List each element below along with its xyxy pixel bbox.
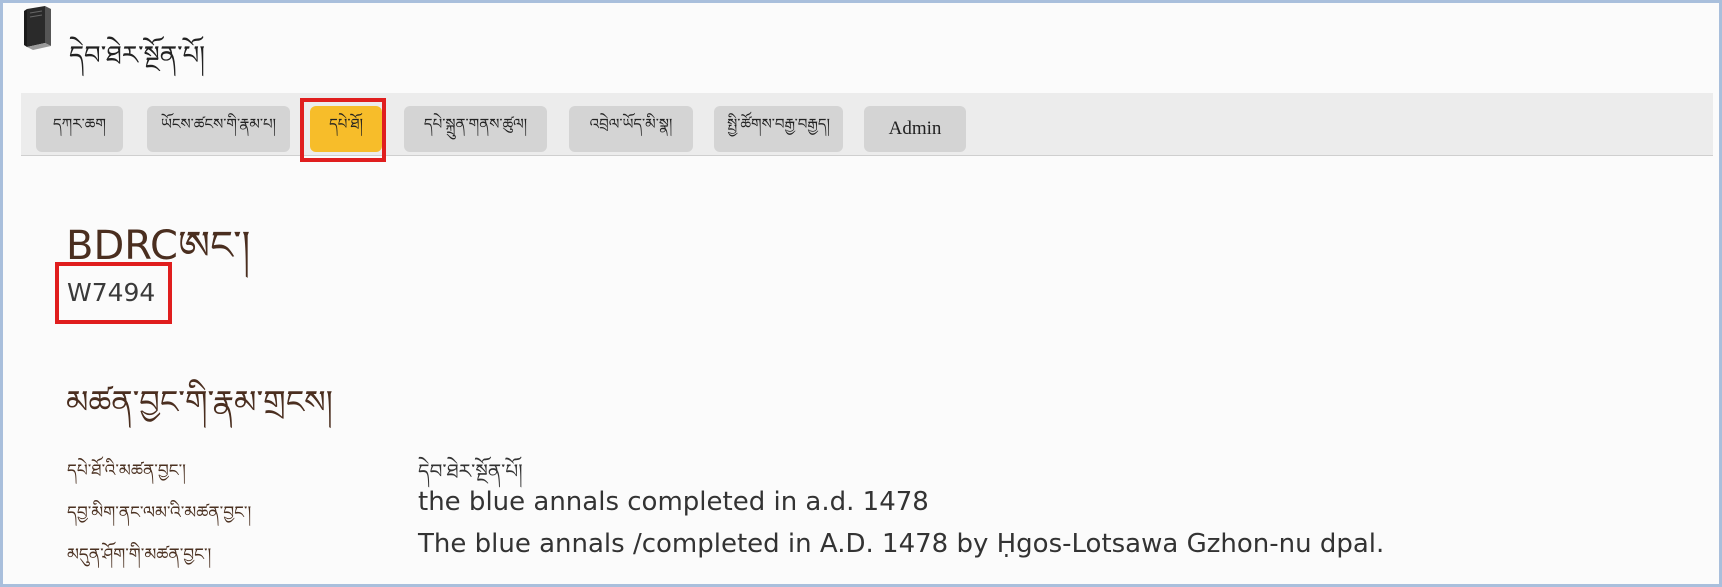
site-title[interactable]: དེབ་ཐེར་སྔོན་པོ། xyxy=(69,27,205,100)
tab-overview[interactable]: ཡོངས་ཚངས་གི་རྣམ་པ། xyxy=(147,106,290,152)
tab-related-persons[interactable]: འབྲེལ་ཡོད་མི་སྣ། xyxy=(569,106,693,152)
title-row: དཔེ་ཐོ་འི་མཚན་བྱང་། དེབ་ཐེར་སྔོན་པོ། xyxy=(3,445,1703,483)
titles-heading: མཚན་བྱང་གི་རྣམ་གྲངས། xyxy=(66,383,333,421)
highlight-box-active-tab xyxy=(300,98,386,162)
book-icon[interactable] xyxy=(21,5,55,51)
tab-community[interactable]: སྤྱི་ཚོགས་བརྒྱ་བརྒྱད། xyxy=(714,106,843,152)
tab-label: སྤྱི་ཚོགས་བརྒྱ་བརྒྱད། xyxy=(727,115,830,133)
nav-bar: དཀར་ཆག ཡོངས་ཚངས་གི་རྣམ་པ། དཔེ་ཐོ། དཔེ་སྐ… xyxy=(21,93,1713,156)
title-row: དབྱ་མིག་ནང་ལམ་འི་མཚན་བྱང་། the blue anna… xyxy=(3,487,1703,523)
title-row: མདུན་ཤོག་གི་མཚན་བྱང་། The blue annals /c… xyxy=(3,529,1703,565)
app-window: དེབ་ཐེར་སྔོན་པོ། དཀར་ཆག ཡོངས་ཚངས་གི་རྣམ་… xyxy=(0,0,1722,587)
tab-catalog[interactable]: དཀར་ཆག xyxy=(36,106,123,152)
title-value: The blue annals /completed in A.D. 1478 … xyxy=(418,529,1385,559)
tab-label: དཔེ་སྐྲུན་གནས་ཚུལ། xyxy=(423,115,528,133)
title-value: the blue annals completed in a.d. 1478 xyxy=(418,487,929,517)
tab-label: ཡོངས་ཚངས་གི་རྣམ་པ། xyxy=(160,115,276,133)
resource-id: W7494 xyxy=(67,278,156,307)
tab-publication[interactable]: དཔེ་སྐྲུན་གནས་ཚུལ། xyxy=(404,106,547,152)
title-label: མདུན་ཤོག་གི་མཚན་བྱང་། xyxy=(67,545,212,565)
tab-label: འབྲེལ་ཡོད་མི་སྣ། xyxy=(589,115,673,133)
header: དེབ་ཐེར་སྔོན་པོ། xyxy=(17,3,1719,91)
tab-label: Admin xyxy=(888,118,942,139)
tab-admin[interactable]: Admin xyxy=(864,106,966,152)
tab-label: དཀར་ཆག xyxy=(53,115,106,133)
